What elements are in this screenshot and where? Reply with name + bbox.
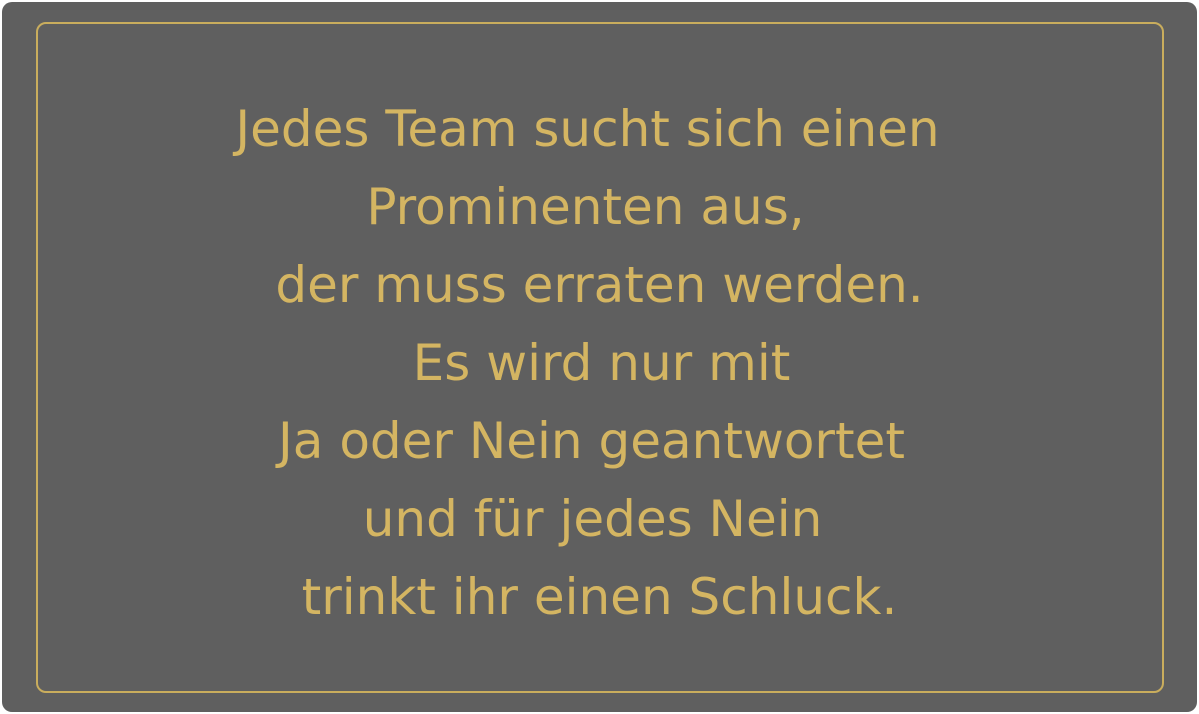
text-line-6: und für jedes Nein: [362, 490, 823, 548]
text-line-5: Ja oder Nein geantwortet: [278, 412, 905, 470]
text-line-1: Jedes Team sucht sich einen: [235, 100, 940, 158]
text-line-7: trinkt ihr einen Schluck.: [301, 568, 898, 626]
text-line-4: Es wird nur mit: [412, 334, 791, 392]
text-card: Jedes Team sucht sich einen Prominenten …: [2, 2, 1197, 712]
text-line-2: Prominenten aus,: [366, 178, 805, 236]
card-text: Jedes Team sucht sich einen Prominenten …: [2, 90, 1197, 636]
text-line-3: der muss erraten werden.: [275, 256, 924, 314]
